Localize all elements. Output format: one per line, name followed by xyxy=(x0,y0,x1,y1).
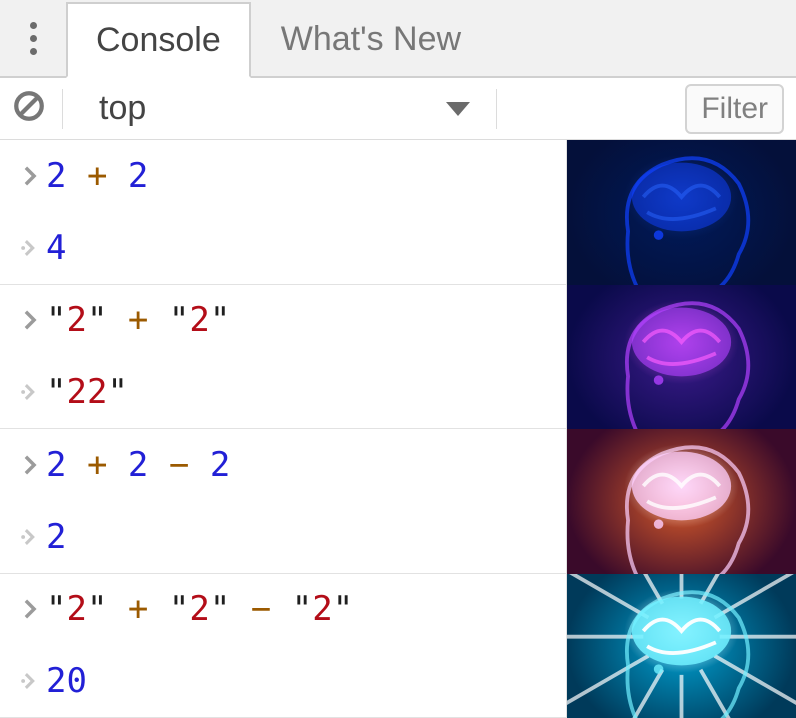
meme-column xyxy=(566,140,796,718)
console-entry: "2" + "2" − "2" 20 xyxy=(0,574,566,718)
console-input-row[interactable]: 2 + 2 xyxy=(14,140,566,212)
console-output-value: 4 xyxy=(46,228,66,268)
chevron-down-icon xyxy=(446,102,470,116)
tab-console[interactable]: Console xyxy=(66,2,251,78)
brain-2-image xyxy=(567,285,796,430)
console-body: 2 + 2 4 "2" + "2" "22" 2 + 2 − 2 2 "2" +… xyxy=(0,140,796,718)
console-entries: 2 + 2 4 "2" + "2" "22" 2 + 2 − 2 2 "2" +… xyxy=(0,140,566,718)
brain-3-image xyxy=(567,429,796,574)
filter-input[interactable]: Filter xyxy=(685,84,784,134)
console-input-code: 2 + 2 − 2 xyxy=(46,445,230,485)
console-output-row: "22" xyxy=(14,356,566,428)
toolbar-divider xyxy=(62,89,63,129)
input-arrow-icon xyxy=(14,598,46,620)
tabbar: Console What's New xyxy=(0,0,796,78)
kebab-menu-icon[interactable] xyxy=(0,0,66,76)
output-arrow-icon xyxy=(14,237,46,259)
console-toolbar: top Filter xyxy=(0,78,796,140)
console-input-code: 2 + 2 xyxy=(46,156,148,196)
brain-4-image xyxy=(567,574,796,718)
input-arrow-icon xyxy=(14,454,46,476)
console-input-row[interactable]: 2 + 2 − 2 xyxy=(14,429,566,501)
clear-console-icon[interactable] xyxy=(12,89,46,128)
console-output-row: 4 xyxy=(14,212,566,284)
console-entry: "2" + "2" "22" xyxy=(0,285,566,430)
console-output-row: 2 xyxy=(14,501,566,573)
console-input-row[interactable]: "2" + "2" xyxy=(14,285,566,357)
console-output-value: 2 xyxy=(46,517,66,557)
toolbar-divider xyxy=(496,89,497,129)
output-arrow-icon xyxy=(14,670,46,692)
console-output-row: 20 xyxy=(14,645,566,717)
output-arrow-icon xyxy=(14,526,46,548)
console-output-value: "22" xyxy=(46,372,128,412)
console-input-row[interactable]: "2" + "2" − "2" xyxy=(14,574,566,646)
execution-context-selector[interactable]: top xyxy=(79,89,480,128)
tab-whats-new[interactable]: What's New xyxy=(251,0,491,76)
console-input-code: "2" + "2" − "2" xyxy=(46,589,353,629)
console-entry: 2 + 2 − 2 2 xyxy=(0,429,566,574)
brain-1-image xyxy=(567,140,796,285)
console-input-code: "2" + "2" xyxy=(46,300,230,340)
console-entry: 2 + 2 4 xyxy=(0,140,566,285)
execution-context-label: top xyxy=(99,89,146,128)
console-output-value: 20 xyxy=(46,661,87,701)
output-arrow-icon xyxy=(14,381,46,403)
input-arrow-icon xyxy=(14,309,46,331)
input-arrow-icon xyxy=(14,165,46,187)
